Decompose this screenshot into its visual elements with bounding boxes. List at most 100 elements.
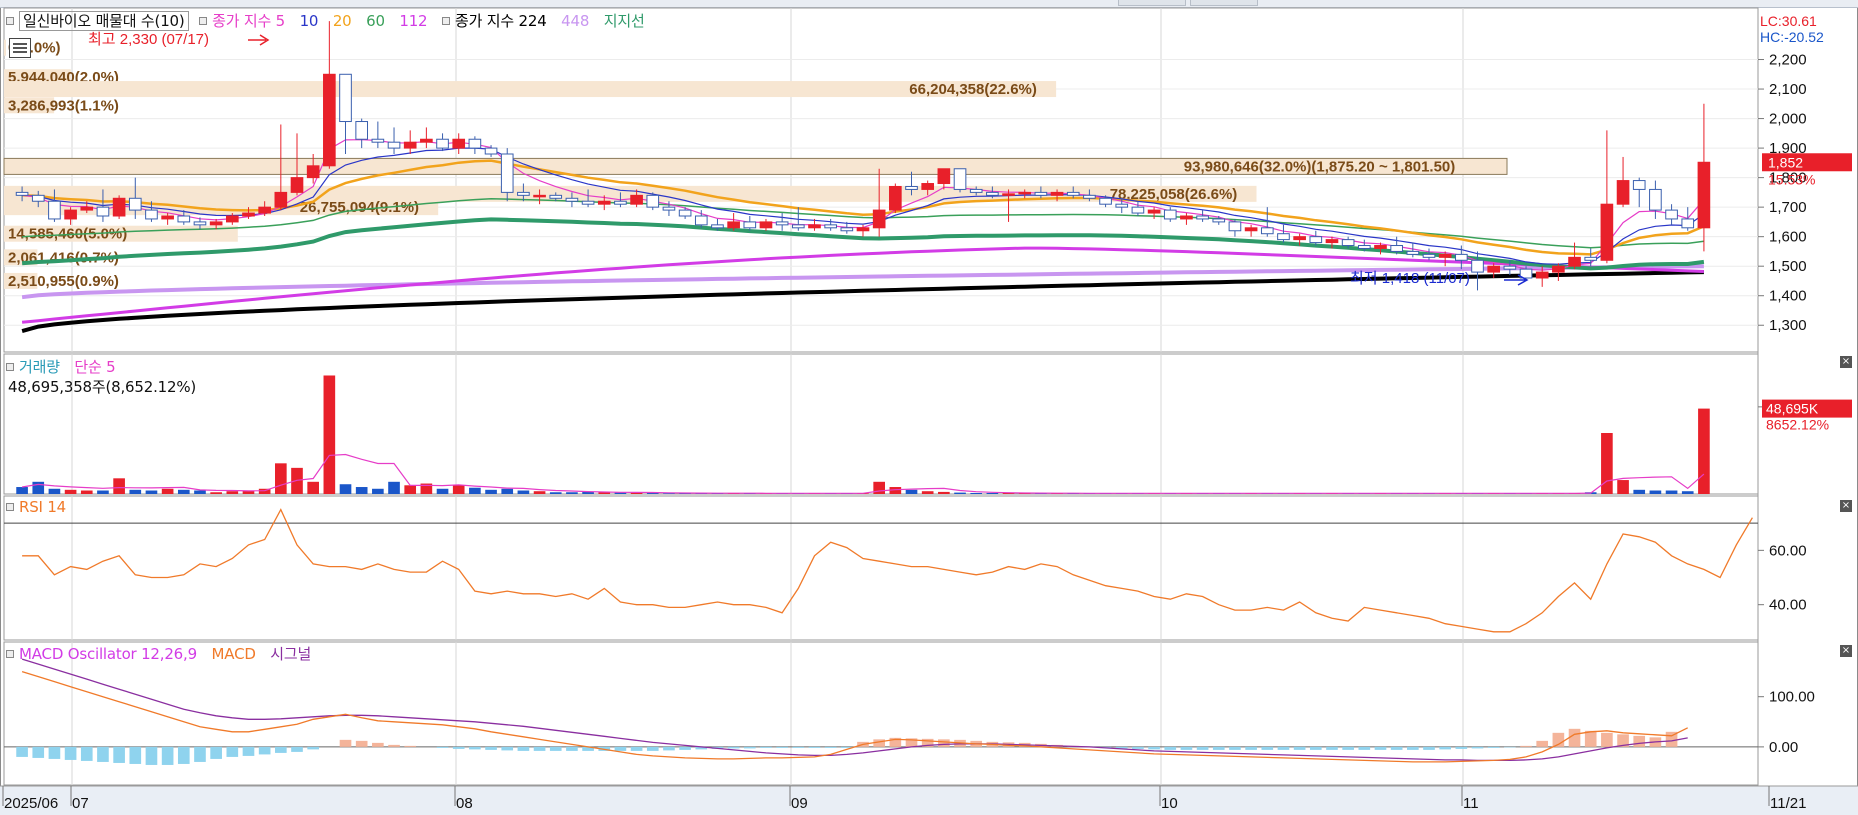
x-axis-label: 08 xyxy=(456,795,473,812)
volume-bar xyxy=(1665,490,1678,494)
macd-oscillator-bar xyxy=(242,746,255,756)
candle-body xyxy=(1584,256,1598,261)
macd-oscillator-bar xyxy=(1504,746,1516,748)
candle-body xyxy=(177,215,191,223)
volume-tag-pct: 8652.12% xyxy=(1766,417,1829,433)
candle-body xyxy=(517,191,530,196)
candle-body xyxy=(1228,221,1242,232)
volume-bar xyxy=(80,490,93,494)
macd-oscillator-bar xyxy=(743,746,756,749)
candle-body xyxy=(1163,209,1177,220)
rsi-y-label: 40.00 xyxy=(1769,597,1807,614)
legend-toggle-icon[interactable] xyxy=(6,650,14,658)
macd-oscillator-bar xyxy=(1390,746,1403,750)
legend-toggle-icon[interactable] xyxy=(441,17,450,25)
macd-oscillator-bar xyxy=(339,739,352,747)
legend-title[interactable]: 일신바이오 매물대 수(10) xyxy=(19,11,189,31)
volume-bar xyxy=(469,487,481,494)
candle-body xyxy=(1390,245,1403,252)
macd-oscillator-bar xyxy=(1423,746,1435,750)
signal-label[interactable]: 시그널 xyxy=(270,645,311,663)
vol-panel xyxy=(3,353,1759,495)
volume-bar xyxy=(32,481,45,494)
volume-ma-label[interactable]: 단순 5 xyxy=(74,358,115,376)
x-axis-bar xyxy=(0,786,1858,815)
macd-oscillator-bar xyxy=(1148,746,1160,750)
rsi-legend-label[interactable]: RSI 14 xyxy=(19,498,66,516)
macd-oscillator-bar xyxy=(307,746,319,750)
legend-toggle-icon[interactable] xyxy=(6,363,14,371)
legend-ma448[interactable]: 448 xyxy=(561,12,589,30)
macd-oscillator-bar xyxy=(129,746,142,764)
volume-bar xyxy=(1601,433,1613,494)
x-axis-label: 10 xyxy=(1161,795,1178,812)
current-price-label: 1,852 xyxy=(1768,154,1803,170)
high-annotation: 최고 2,330 (07/17) xyxy=(88,31,209,48)
volume-legend-label[interactable]: 거래량 xyxy=(19,358,60,376)
volume-bar xyxy=(275,463,287,494)
macd-oscillator-bar xyxy=(630,746,643,751)
macd-oscillator-bar xyxy=(1180,746,1193,750)
legend-ma60[interactable]: 60 xyxy=(366,12,385,30)
candle-body xyxy=(905,185,918,190)
candle-body xyxy=(889,185,902,211)
candle-body xyxy=(500,153,514,193)
candle-body xyxy=(274,191,288,208)
candle-body xyxy=(1018,191,1032,195)
macd-oscillator-bar xyxy=(1601,732,1613,747)
legend-support[interactable]: 지지선 xyxy=(604,12,645,30)
macd-oscillator-bar xyxy=(291,746,303,752)
volume-bar xyxy=(323,375,336,494)
candle-body xyxy=(614,200,627,205)
x-axis-label: 11 xyxy=(1463,795,1479,812)
macd-label[interactable]: MACD xyxy=(212,645,256,663)
volume-bar xyxy=(436,488,449,494)
candle-body xyxy=(96,206,110,217)
volume-bar xyxy=(388,481,400,494)
close-icon[interactable]: × xyxy=(1840,356,1852,368)
candle-body xyxy=(986,191,999,196)
legend-ma-label[interactable]: 종가 지수 5 xyxy=(212,12,285,30)
macd-oscillator-bar xyxy=(1455,746,1468,749)
candle-body xyxy=(1212,218,1226,223)
legend-ma10[interactable]: 10 xyxy=(300,12,319,30)
macd-oscillator-bar xyxy=(549,746,562,751)
candle-body xyxy=(323,73,336,167)
calculator-icon[interactable] xyxy=(9,38,31,58)
candle-body xyxy=(1697,161,1711,229)
legend-ma112[interactable]: 112 xyxy=(399,12,427,30)
macd-oscillator-bar xyxy=(566,746,578,751)
macd-oscillator-bar xyxy=(533,746,546,751)
legend-toggle-icon[interactable] xyxy=(6,17,14,25)
macd-oscillator-bar xyxy=(1584,730,1597,747)
macd-oscillator-bar xyxy=(776,746,788,748)
candle-body xyxy=(452,138,466,149)
close-icon[interactable]: × xyxy=(1840,500,1852,512)
macd-oscillator-bar xyxy=(808,746,821,748)
rsi-y-label: 60.00 xyxy=(1769,542,1807,559)
volume-profile-band xyxy=(4,39,6,56)
change-pct-label: 15.53% xyxy=(1768,171,1815,187)
candle-body xyxy=(1552,265,1565,273)
candle-body xyxy=(1147,209,1161,214)
candle-body xyxy=(355,121,369,140)
macd-y-label: 100.00 xyxy=(1769,689,1815,706)
close-icon[interactable]: × xyxy=(1840,645,1852,657)
x-axis-label: 11/21 xyxy=(1770,795,1806,812)
macd-osc-label[interactable]: MACD Oscillator 12,26,9 xyxy=(19,645,197,663)
candle-body xyxy=(1341,239,1355,247)
volume-profile-label: 66,204,358(22.6%) xyxy=(909,81,1037,98)
candle-body xyxy=(1649,188,1662,211)
macd-oscillator-bar xyxy=(210,746,222,759)
macd-oscillator-bar xyxy=(1245,746,1257,750)
hc-label: HC:-20.52 xyxy=(1760,29,1824,45)
legend-ma20[interactable]: 20 xyxy=(333,12,352,30)
candle-body xyxy=(484,147,498,155)
legend-ma224[interactable]: 종가 지수 224 xyxy=(455,12,547,30)
candle-body xyxy=(1357,245,1371,249)
price-legend: 일신바이오 매물대 수(10) 종가 지수 5 10 20 60 112 종가 … xyxy=(6,10,655,31)
legend-toggle-icon[interactable] xyxy=(199,17,208,25)
macd-oscillator-bar xyxy=(727,746,740,749)
legend-toggle-icon[interactable] xyxy=(6,503,14,511)
macd-oscillator-bar xyxy=(1487,746,1500,748)
